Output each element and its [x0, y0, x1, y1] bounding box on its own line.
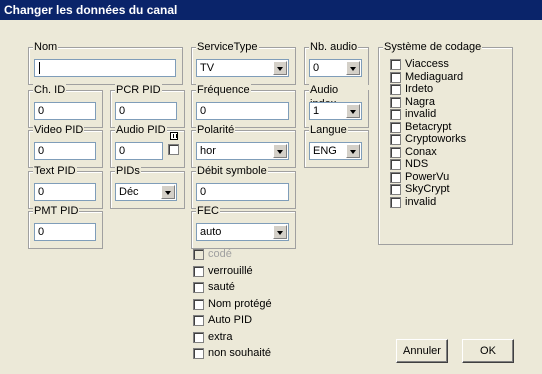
codage-label: Cryptoworks — [405, 133, 467, 145]
audio-index-select[interactable]: 1 — [309, 102, 362, 120]
codage-checkbox[interactable] — [390, 97, 401, 108]
codage-checkbox[interactable] — [390, 172, 401, 183]
group-label: PIDs — [115, 164, 141, 178]
group-label: Audio PID — [115, 123, 167, 137]
group-label: Langue — [309, 123, 348, 137]
dropdown-arrow-icon[interactable] — [346, 61, 360, 75]
dropdown-arrow-icon[interactable] — [273, 144, 287, 158]
polarite-select[interactable]: hor — [196, 142, 289, 160]
select-value: ENG — [313, 145, 337, 157]
codage-checkbox[interactable] — [390, 134, 401, 145]
group-label: Système de codage — [383, 40, 483, 54]
ok-button[interactable]: OK — [462, 339, 514, 363]
flag-checkbox[interactable] — [193, 348, 204, 359]
select-value: auto — [200, 226, 222, 238]
codage-label: invalid — [405, 196, 437, 208]
codage-checkbox[interactable] — [390, 147, 401, 158]
dropdown-arrow-icon[interactable] — [161, 185, 175, 199]
codage-label: invalid — [405, 108, 437, 120]
flag-label: Auto PID — [208, 314, 253, 326]
group-label: Polarité — [196, 123, 236, 137]
select-value: hor — [200, 145, 216, 157]
codage-checkbox[interactable] — [390, 122, 401, 133]
select-value: 0 — [313, 62, 320, 74]
pmt-pid-input[interactable]: 0 — [34, 223, 96, 241]
ch-id-input[interactable]: 0 — [34, 102, 96, 120]
codage-checkbox[interactable] — [390, 109, 401, 120]
audio-pid-mini-button[interactable] — [170, 132, 178, 140]
codage-label: SkyCrypt — [405, 183, 450, 195]
group-label: ServiceType — [196, 40, 259, 54]
group-label: Débit symbole — [196, 164, 268, 178]
dropdown-arrow-icon[interactable] — [346, 104, 360, 118]
dropdown-arrow-icon[interactable] — [346, 144, 360, 158]
flag-label: Nom protégé — [208, 298, 272, 310]
audio-pid-input[interactable]: 0 — [115, 142, 163, 160]
select-value: TV — [200, 62, 215, 74]
flag-label: non souhaité — [208, 347, 271, 359]
group-label: Nom — [33, 40, 59, 54]
codage-checkbox[interactable] — [390, 59, 401, 70]
flag-checkbox[interactable] — [193, 249, 204, 260]
codage-label: Viaccess — [405, 58, 449, 70]
dialog-body: Nom ServiceType TV Nb. audio 0 Système d… — [0, 20, 542, 374]
flag-checkbox[interactable] — [193, 282, 204, 293]
flag-checkbox[interactable] — [193, 332, 204, 343]
flag-checkbox[interactable] — [193, 266, 204, 277]
select-value: Déc — [119, 186, 139, 198]
codage-label: NDS — [405, 158, 429, 170]
audio-pid-checkbox[interactable] — [168, 144, 179, 155]
dialog-window: Changer les données du canal Nom Service… — [0, 0, 542, 374]
dropdown-arrow-icon[interactable] — [273, 61, 287, 75]
pids-select[interactable]: Déc — [115, 183, 177, 201]
flag-checkbox[interactable] — [193, 299, 204, 310]
group-label: Nb. audio — [309, 40, 359, 54]
langue-select[interactable]: ENG — [309, 142, 362, 160]
codage-checkbox[interactable] — [390, 159, 401, 170]
codage-checkbox[interactable] — [390, 84, 401, 95]
title-bar: Changer les données du canal — [0, 0, 542, 20]
flag-label: verrouillé — [208, 265, 253, 277]
nom-input[interactable] — [34, 59, 176, 77]
codage-label: Irdeto — [405, 83, 434, 95]
group-label: FEC — [196, 204, 220, 218]
pcr-pid-input[interactable]: 0 — [115, 102, 177, 120]
flag-label: sauté — [208, 281, 235, 293]
annuler-button[interactable]: Annuler — [396, 339, 448, 363]
group-label: PCR PID — [115, 83, 162, 97]
codage-checkbox[interactable] — [390, 197, 401, 208]
group-label: Text PID — [33, 164, 77, 178]
group-label: Video PID — [33, 123, 85, 137]
dropdown-arrow-icon[interactable] — [273, 225, 287, 239]
service-type-select[interactable]: TV — [196, 59, 289, 77]
codage-checkbox[interactable] — [390, 184, 401, 195]
fec-select[interactable]: auto — [196, 223, 289, 241]
flag-label: extra — [208, 331, 233, 343]
video-pid-input[interactable]: 0 — [34, 142, 96, 160]
debit-symbole-input[interactable]: 0 — [196, 183, 289, 201]
select-value: 1 — [313, 105, 320, 117]
codage-checkbox[interactable] — [390, 72, 401, 83]
group-label: PMT PID — [33, 204, 80, 218]
text-pid-input[interactable]: 0 — [34, 183, 96, 201]
group-label: Ch. ID — [33, 83, 67, 97]
frequence-input[interactable]: 0 — [196, 102, 289, 120]
flag-checkbox[interactable] — [193, 315, 204, 326]
flag-label: codé — [208, 248, 232, 260]
group-label: Fréquence — [196, 83, 251, 97]
nb-audio-select[interactable]: 0 — [309, 59, 362, 77]
text-cursor — [39, 62, 40, 74]
